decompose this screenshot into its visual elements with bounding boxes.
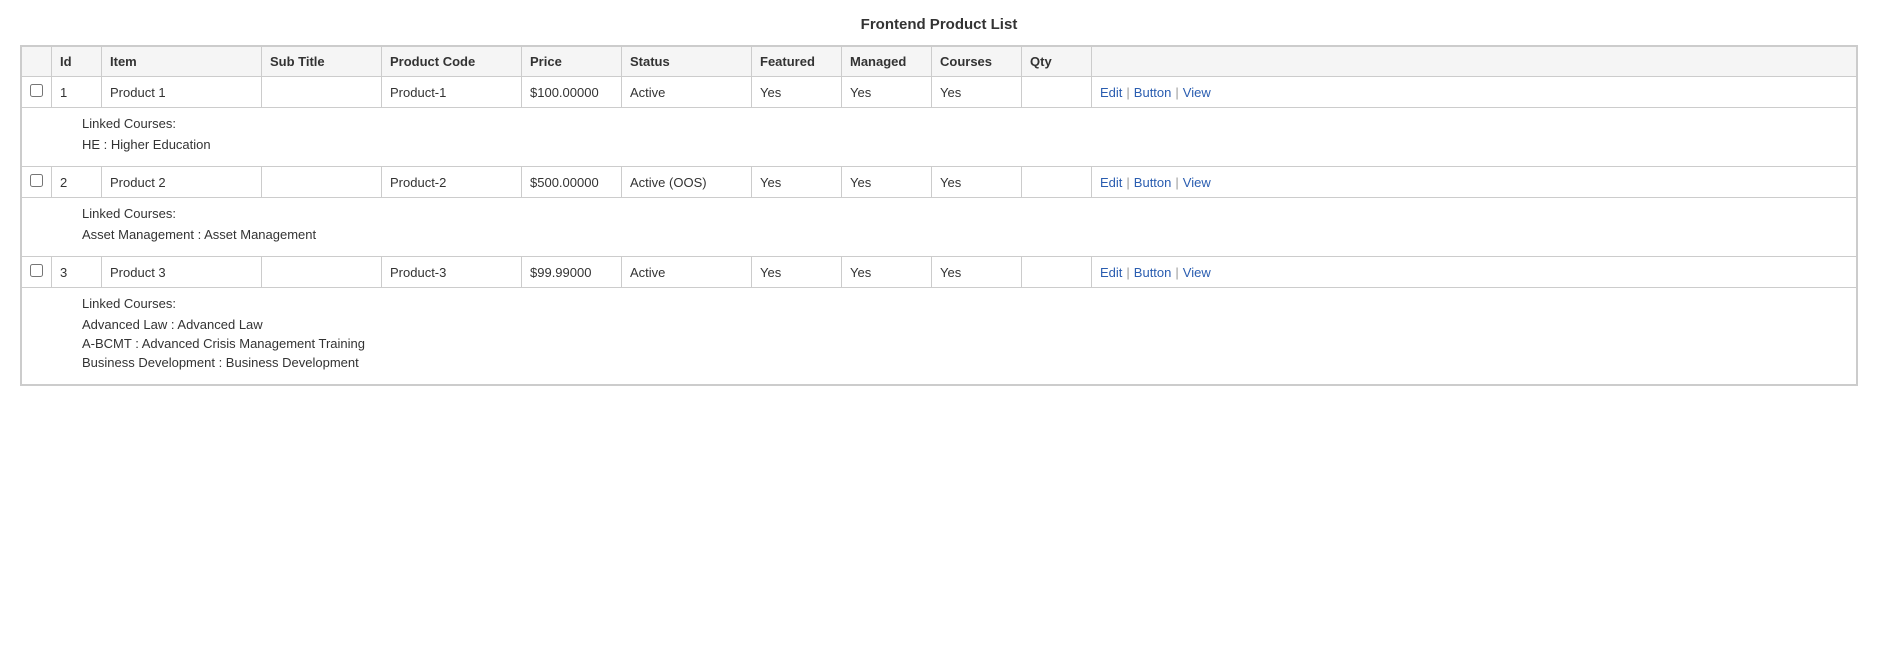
row-1-featured: Yes xyxy=(752,167,842,198)
table-row: 2Product 2 Product-2$500.00000Active (OOS… xyxy=(22,167,1857,198)
row-1-linked-courses-label: Linked Courses: xyxy=(82,206,1842,221)
row-0-linked-courses-label: Linked Courses: xyxy=(82,116,1842,131)
row-0-button-link[interactable]: Button xyxy=(1134,85,1172,100)
header-row: Id Item Sub Title Product Code Price Sta… xyxy=(22,47,1857,77)
row-0-price: $100.00000 xyxy=(522,77,622,108)
row-0-id: 1 xyxy=(52,77,102,108)
row-2-edit-link[interactable]: Edit xyxy=(1100,265,1122,280)
row-2-actions: Edit|Button|View xyxy=(1092,257,1857,288)
row-1-managed: Yes xyxy=(842,167,932,198)
row-0-actions: Edit|Button|View xyxy=(1092,77,1857,108)
row-2-checkbox[interactable] xyxy=(30,264,43,277)
row-2-button-link[interactable]: Button xyxy=(1134,265,1172,280)
row-2-item: Product 3 xyxy=(102,257,262,288)
header-qty: Qty xyxy=(1022,47,1092,77)
table-row: 3Product 3Product-3$99.99000ActiveYesYes… xyxy=(22,257,1857,288)
header-productcode: Product Code xyxy=(382,47,522,77)
table-container: Id Item Sub Title Product Code Price Sta… xyxy=(20,45,1858,386)
row-0-qty xyxy=(1022,77,1092,108)
row-0-managed: Yes xyxy=(842,77,932,108)
page-title: Frontend Product List xyxy=(20,16,1858,33)
row-1-button-link[interactable]: Button xyxy=(1134,175,1172,190)
row-2-linked-courses-label: Linked Courses: xyxy=(82,296,1842,311)
row-1-productcode: Product-2 xyxy=(382,167,522,198)
row-2-id: 3 xyxy=(52,257,102,288)
row-2-status: Active xyxy=(622,257,752,288)
row-1-detail: Linked Courses: Asset Management : Asset … xyxy=(22,198,1857,257)
row-2-subtitle xyxy=(262,257,382,288)
row-1-status: Active (OOS) xyxy=(622,167,752,198)
header-checkbox xyxy=(22,47,52,77)
row-0-courses: Yes xyxy=(932,77,1022,108)
product-table: Id Item Sub Title Product Code Price Sta… xyxy=(21,46,1857,385)
row-1-qty xyxy=(1022,167,1092,198)
page-wrapper: Frontend Product List Id Item Sub Title … xyxy=(0,0,1878,660)
row-1-price: $500.00000 xyxy=(522,167,622,198)
row-0-checkbox-cell xyxy=(22,77,52,108)
row-1-item: Product 2 xyxy=(102,167,262,198)
table-row: 1Product 1Product-1$100.00000ActiveYesYe… xyxy=(22,77,1857,108)
header-actions xyxy=(1092,47,1857,77)
row-1-courses: Yes xyxy=(932,167,1022,198)
row-0-view-link[interactable]: View xyxy=(1183,85,1211,100)
row-1-edit-link[interactable]: Edit xyxy=(1100,175,1122,190)
row-0-productcode: Product-1 xyxy=(382,77,522,108)
header-courses: Courses xyxy=(932,47,1022,77)
header-featured: Featured xyxy=(752,47,842,77)
row-2-sep1: | xyxy=(1126,265,1129,280)
row-0-detail: Linked Courses: HE : Higher Education xyxy=(22,108,1857,167)
row-2-view-link[interactable]: View xyxy=(1183,265,1211,280)
header-subtitle: Sub Title xyxy=(262,47,382,77)
row-1-checkbox-cell xyxy=(22,167,52,198)
row-1-view-link[interactable]: View xyxy=(1183,175,1211,190)
row-0-checkbox[interactable] xyxy=(30,84,43,97)
row-0-featured: Yes xyxy=(752,77,842,108)
row-1-checkbox[interactable] xyxy=(30,174,43,187)
row-1-sep2: | xyxy=(1175,175,1178,190)
row-0-sep1: | xyxy=(1126,85,1129,100)
header-id: Id xyxy=(52,47,102,77)
row-2-sep2: | xyxy=(1175,265,1178,280)
row-1-subtitle xyxy=(262,167,382,198)
row-2-detail: Linked Courses: Advanced Law : Advanced L… xyxy=(22,288,1857,385)
header-managed: Managed xyxy=(842,47,932,77)
header-item: Item xyxy=(102,47,262,77)
row-2-course-1: A-BCMT : Advanced Crisis Management Trai… xyxy=(82,336,1842,351)
row-0-edit-link[interactable]: Edit xyxy=(1100,85,1122,100)
row-1-sep1: | xyxy=(1126,175,1129,190)
row-1-detail-cell: Linked Courses: Asset Management : Asset … xyxy=(22,198,1857,257)
row-0-item: Product 1 xyxy=(102,77,262,108)
table-body: 1Product 1Product-1$100.00000ActiveYesYe… xyxy=(22,77,1857,385)
row-2-managed: Yes xyxy=(842,257,932,288)
row-2-qty xyxy=(1022,257,1092,288)
row-2-course-2: Business Development : Business Developm… xyxy=(82,355,1842,370)
row-0-status: Active xyxy=(622,77,752,108)
row-2-courses: Yes xyxy=(932,257,1022,288)
row-0-course-0: HE : Higher Education xyxy=(82,137,1842,152)
row-1-actions: Edit|Button|View xyxy=(1092,167,1857,198)
row-0-subtitle xyxy=(262,77,382,108)
header-price: Price xyxy=(522,47,622,77)
header-status: Status xyxy=(622,47,752,77)
row-2-detail-cell: Linked Courses: Advanced Law : Advanced L… xyxy=(22,288,1857,385)
table-header: Id Item Sub Title Product Code Price Sta… xyxy=(22,47,1857,77)
row-0-detail-cell: Linked Courses: HE : Higher Education xyxy=(22,108,1857,167)
row-2-price: $99.99000 xyxy=(522,257,622,288)
row-2-checkbox-cell xyxy=(22,257,52,288)
row-2-productcode: Product-3 xyxy=(382,257,522,288)
row-2-course-0: Advanced Law : Advanced Law xyxy=(82,317,1842,332)
row-0-sep2: | xyxy=(1175,85,1178,100)
row-1-course-0: Asset Management : Asset Management xyxy=(82,227,1842,242)
row-2-featured: Yes xyxy=(752,257,842,288)
row-1-id: 2 xyxy=(52,167,102,198)
